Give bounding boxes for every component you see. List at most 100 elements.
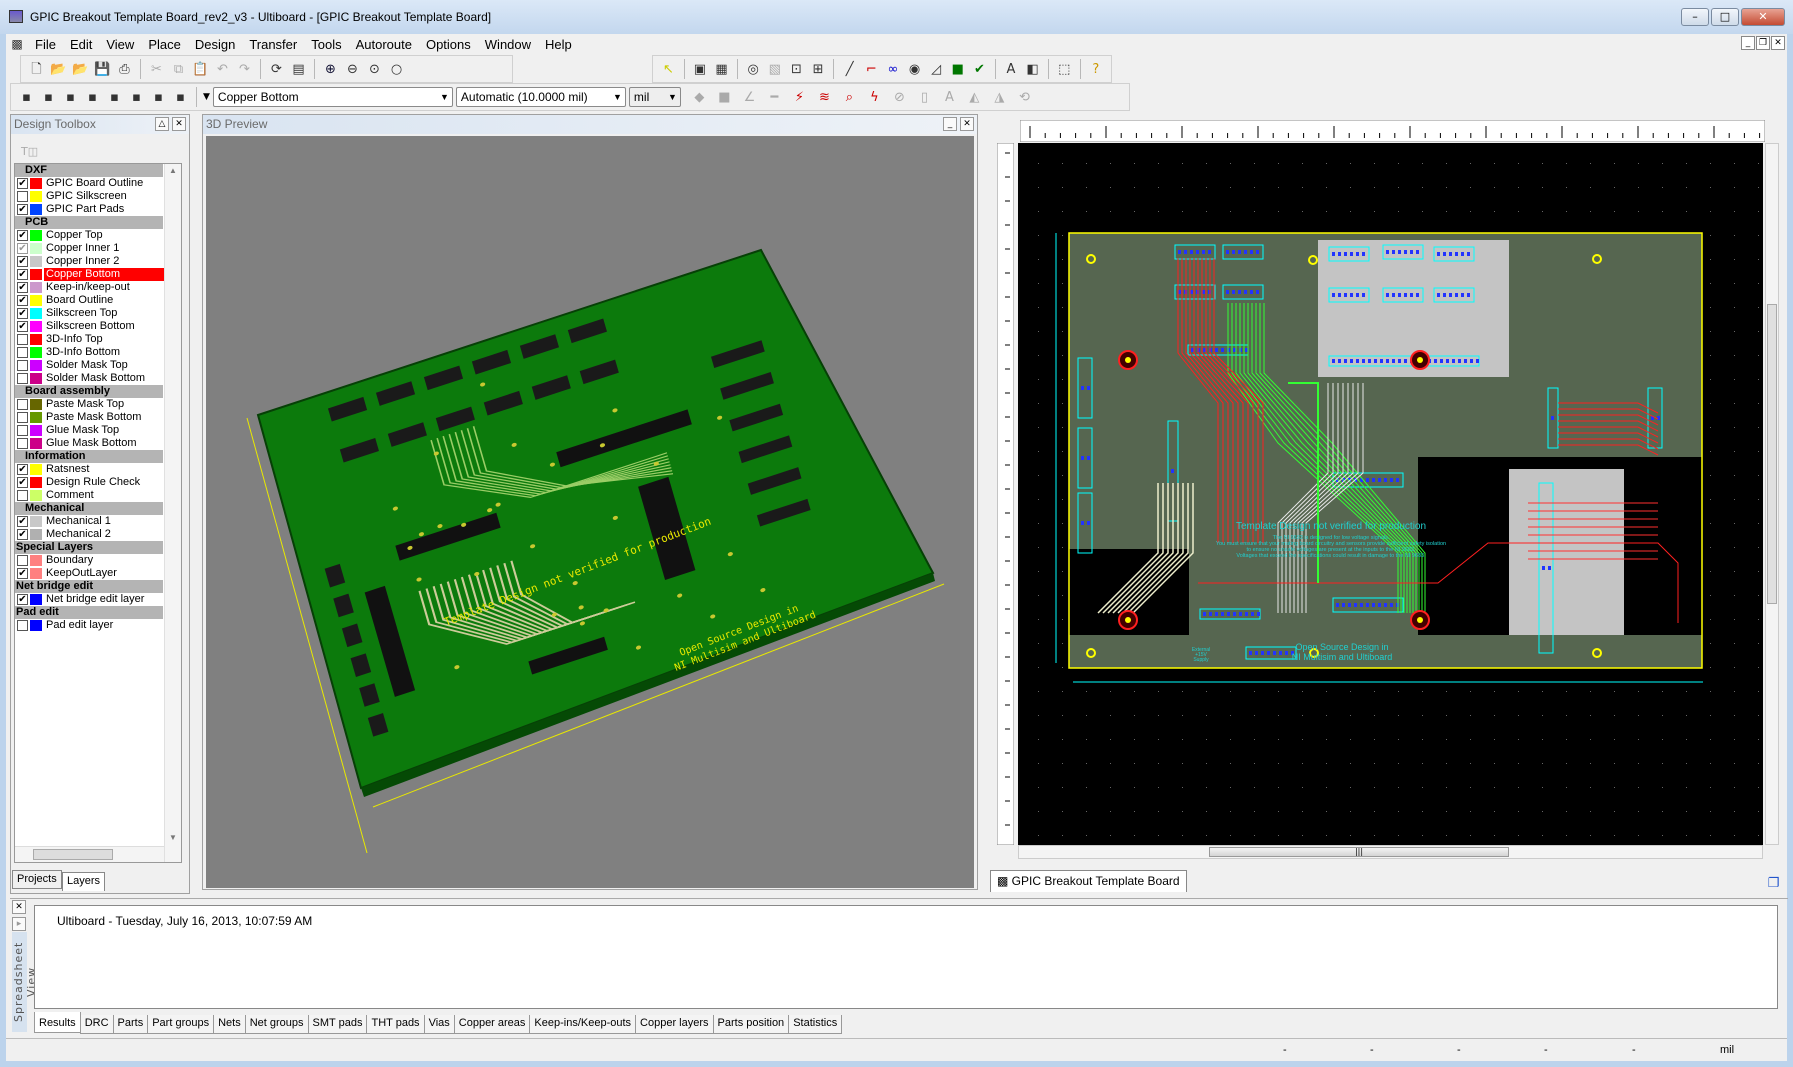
redo-icon[interactable]: ↷ — [235, 60, 254, 79]
paste-icon[interactable]: 📋 — [191, 60, 210, 79]
layer-item[interactable]: Pad edit layer — [15, 619, 181, 632]
zoom-in-icon[interactable]: ⊕ — [321, 60, 340, 79]
tab-parts[interactable]: Parts — [113, 1015, 149, 1034]
filter-pads-icon[interactable]: ▪ — [105, 88, 124, 107]
layer-item[interactable]: ✔ Ratsnest — [15, 463, 181, 476]
tab-statistics[interactable]: Statistics — [788, 1015, 842, 1034]
open-samples-icon[interactable]: 📂 — [71, 60, 90, 79]
layer-checkbox[interactable] — [17, 490, 28, 501]
menu-window[interactable]: Window — [478, 37, 538, 52]
close-button[interactable]: ✕ — [1741, 8, 1785, 26]
layer-group-header[interactable]: PCB — [15, 216, 163, 229]
tab-nets[interactable]: Nets — [213, 1015, 246, 1034]
stop-icon[interactable]: ⊘ — [890, 88, 909, 107]
layer-item[interactable]: 3D-Info Bottom — [15, 346, 181, 359]
layer-checkbox[interactable] — [17, 373, 28, 384]
text-size-icon[interactable]: A — [940, 88, 959, 107]
layer-item[interactable]: Solder Mask Top — [15, 359, 181, 372]
print-icon[interactable]: ⎙ — [115, 60, 134, 79]
tab-layers[interactable]: Layers — [62, 872, 105, 891]
layer-checkbox[interactable] — [17, 438, 28, 449]
3d-icon[interactable]: ◎ — [744, 60, 763, 79]
new-icon[interactable]: 🗋 — [27, 60, 46, 79]
filter-text-icon[interactable]: ▪ — [149, 88, 168, 107]
layer-group-header[interactable]: Pad edit — [15, 606, 163, 619]
filter-parts-icon[interactable]: ▪ — [17, 88, 36, 107]
grid-select[interactable]: Automatic (10.0000 mil) ▼ — [456, 87, 626, 107]
layer-checkbox[interactable] — [17, 347, 28, 358]
menu-transfer[interactable]: Transfer — [242, 37, 304, 52]
tab-drc[interactable]: DRC — [80, 1015, 114, 1034]
layer-item[interactable]: GPIC Silkscreen — [15, 190, 181, 203]
layer-item[interactable]: Paste Mask Top — [15, 398, 181, 411]
spreadsheet-close-button[interactable]: ✕ — [12, 900, 26, 914]
layer-item[interactable]: ✔ Design Rule Check — [15, 476, 181, 489]
rotate-icon[interactable]: ⟲ — [1015, 88, 1034, 107]
flip-icon[interactable]: ◭ — [965, 88, 984, 107]
layer-item[interactable]: ✔ Copper Inner 1 — [15, 242, 181, 255]
layer-group-header[interactable]: DXF — [15, 164, 163, 177]
layer-checkbox[interactable]: ✔ — [17, 282, 28, 293]
layer-group-header[interactable]: Information — [15, 450, 163, 463]
via-icon[interactable]: ∞ — [884, 60, 903, 79]
menu-edit[interactable]: Edit — [63, 37, 99, 52]
layer-item[interactable]: ✔ Net bridge edit layer — [15, 593, 181, 606]
pin-swap-icon[interactable]: ⊡ — [787, 60, 806, 79]
layout-vscrollbar[interactable] — [1765, 143, 1779, 845]
copy-icon[interactable]: ⧉ — [169, 60, 188, 79]
layer-item[interactable]: ✔ Mechanical 1 — [15, 515, 181, 528]
pcb-layout-canvas[interactable]: Template Design not verified for product… — [1018, 143, 1763, 845]
menu-tools[interactable]: Tools — [304, 37, 348, 52]
layer-group-header[interactable]: Board assembly — [15, 385, 163, 398]
layer-checkbox[interactable]: ✔ — [17, 516, 28, 527]
layer-item[interactable]: ✔ Copper Top — [15, 229, 181, 242]
layer-item[interactable]: Boundary — [15, 554, 181, 567]
cut-icon[interactable]: ✂ — [147, 60, 166, 79]
layer-checkbox[interactable] — [17, 412, 28, 423]
toolbar-options-arrow[interactable]: ▼ — [203, 92, 210, 102]
line-icon[interactable]: ╱ — [840, 60, 859, 79]
tab-copper-layers[interactable]: Copper layers — [635, 1015, 713, 1034]
maximize-button[interactable]: □ — [1711, 8, 1739, 26]
group-select-icon[interactable]: ▣ — [691, 60, 710, 79]
line-width-icon[interactable]: ━ — [765, 88, 784, 107]
net-icon[interactable]: ⊞ — [809, 60, 828, 79]
full-screen-icon[interactable]: ▤ — [289, 60, 308, 79]
save-icon[interactable]: 💾 — [93, 60, 112, 79]
text-layer-icon[interactable]: T◫ — [21, 145, 38, 158]
filter-shapes-icon[interactable]: ▪ — [61, 88, 80, 107]
drc-icon[interactable]: ✔ — [970, 60, 989, 79]
layer-item[interactable]: ✔ Mechanical 2 — [15, 528, 181, 541]
layer-item[interactable]: ✔ Keep-in/keep-out — [15, 281, 181, 294]
layer-checkbox[interactable] — [17, 555, 28, 566]
toolbox-float-button[interactable]: △ — [155, 117, 169, 131]
optimize-icon[interactable]: ϟ — [865, 88, 884, 107]
layer-group-header[interactable]: Mechanical — [15, 502, 163, 515]
menu-file[interactable]: File — [28, 37, 63, 52]
grid-icon[interactable]: ▦ — [712, 60, 731, 79]
layer-checkbox[interactable] — [17, 399, 28, 410]
menu-place[interactable]: Place — [141, 37, 188, 52]
tab-keep-ins-keep-outs[interactable]: Keep-ins/Keep-outs — [529, 1015, 636, 1034]
menu-view[interactable]: View — [99, 37, 141, 52]
mdi-close-button[interactable]: ✕ — [1771, 36, 1785, 50]
layer-checkbox[interactable]: ✔ — [17, 529, 28, 540]
select-icon[interactable]: ↖ — [659, 60, 678, 79]
filter-traces-icon[interactable]: ▪ — [39, 88, 58, 107]
layer-group-header[interactable]: Special Layers — [15, 541, 163, 554]
layer-checkbox[interactable]: ✔ — [17, 594, 28, 605]
unit-select[interactable]: mil ▼ — [629, 87, 681, 107]
layer-item[interactable]: Glue Mask Bottom — [15, 437, 181, 450]
zoom-full-icon[interactable]: ○ — [387, 60, 406, 79]
help-icon[interactable]: ? — [1087, 60, 1106, 79]
undo-icon[interactable]: ↶ — [213, 60, 232, 79]
document-icon[interactable]: ▩ — [6, 35, 28, 54]
layer-item[interactable]: ✔ GPIC Board Outline — [15, 177, 181, 190]
copper-area-icon[interactable]: ◿ — [927, 60, 946, 79]
3d-preview-icon[interactable]: ◧ — [1023, 60, 1042, 79]
refresh-icon[interactable]: ⟳ — [267, 60, 286, 79]
toolbox-close-button[interactable]: ✕ — [172, 117, 186, 131]
filter-copper-icon[interactable]: ▪ — [127, 88, 146, 107]
layer-item[interactable]: 3D-Info Top — [15, 333, 181, 346]
layer-item[interactable]: ✔ Silkscreen Bottom — [15, 320, 181, 333]
